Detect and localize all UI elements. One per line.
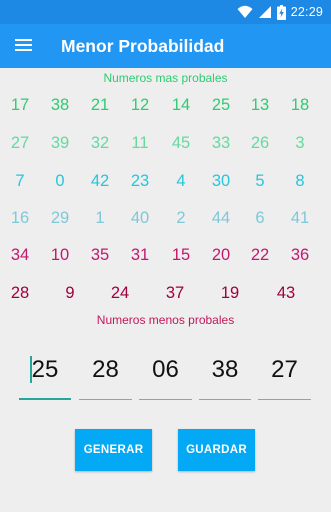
least-probable-label: Numeros menos probales xyxy=(96,313,235,327)
probable-number: 18 xyxy=(290,96,310,114)
number-row: 28 9 24 37 19 43 xyxy=(0,284,331,308)
probable-number: 36 xyxy=(290,246,310,264)
probable-number: 26 xyxy=(250,134,270,152)
number-row: 17 38 21 12 14 25 13 18 xyxy=(0,96,331,120)
number-row: 7 0 42 23 4 30 5 8 xyxy=(0,172,331,196)
probable-number: 16 xyxy=(10,209,30,227)
status-bar: 22:29 xyxy=(0,0,331,24)
probable-number: 38 xyxy=(50,96,70,114)
probable-number: 31 xyxy=(130,246,150,264)
probable-number: 24 xyxy=(110,284,130,302)
number-field-value: 27 xyxy=(271,356,298,383)
probable-number: 40 xyxy=(130,209,150,227)
battery-charging-icon xyxy=(276,4,286,20)
probable-number: 5 xyxy=(255,172,265,190)
number-row: 16 29 1 40 2 44 6 41 xyxy=(0,209,331,233)
probable-number: 19 xyxy=(220,284,240,302)
probable-number: 0 xyxy=(55,172,65,190)
status-icons: 22:29 xyxy=(237,3,323,21)
field-underline xyxy=(199,399,251,400)
probable-number: 13 xyxy=(250,96,270,114)
page-title: Menor Probabilidad xyxy=(61,36,225,56)
field-underline xyxy=(139,399,192,400)
number-field-value: 25 xyxy=(31,356,59,383)
number-field-5[interactable]: 27 xyxy=(258,352,311,400)
probable-number: 27 xyxy=(10,134,30,152)
probable-number: 44 xyxy=(211,209,231,227)
number-field-value: 06 xyxy=(152,356,179,383)
probable-number: 15 xyxy=(171,246,191,264)
number-field-3[interactable]: 06 xyxy=(139,352,192,400)
probable-number: 29 xyxy=(50,209,70,227)
probable-number: 7 xyxy=(15,172,25,190)
number-row: 27 39 32 11 45 33 26 3 xyxy=(0,134,331,158)
number-row: 34 10 35 31 15 20 22 36 xyxy=(0,246,331,270)
generate-button[interactable]: GENERAR xyxy=(75,429,152,471)
probable-number: 25 xyxy=(211,96,231,114)
probable-number: 37 xyxy=(165,284,185,302)
wifi-icon xyxy=(237,5,253,18)
field-underline xyxy=(19,398,71,400)
menu-icon[interactable] xyxy=(8,30,38,60)
probable-number: 21 xyxy=(90,96,110,114)
number-field-1[interactable]: 25 xyxy=(19,352,71,400)
probable-number: 41 xyxy=(290,209,310,227)
number-field-value: 28 xyxy=(92,356,119,383)
number-field-4[interactable]: 38 xyxy=(199,352,251,400)
probable-number: 6 xyxy=(255,209,265,227)
probable-number: 22 xyxy=(250,246,270,264)
probable-number: 30 xyxy=(211,172,231,190)
probable-number: 35 xyxy=(90,246,110,264)
probable-number: 3 xyxy=(295,134,305,152)
signal-icon xyxy=(258,6,271,18)
probable-number: 42 xyxy=(90,172,110,190)
save-button[interactable]: GUARDAR xyxy=(178,429,255,471)
probable-number: 8 xyxy=(295,172,305,190)
number-field-2[interactable]: 28 xyxy=(79,352,132,400)
number-field-value: 38 xyxy=(211,356,239,383)
most-probable-label: Numeros mas probales xyxy=(103,71,228,85)
probable-number: 2 xyxy=(176,209,186,227)
app-bar: Menor Probabilidad xyxy=(0,24,331,68)
probable-number: 39 xyxy=(50,134,70,152)
probable-number: 9 xyxy=(65,284,75,302)
probable-number: 17 xyxy=(10,96,30,114)
probable-number: 28 xyxy=(10,284,30,302)
field-underline xyxy=(79,399,132,400)
probable-number: 20 xyxy=(211,246,231,264)
probable-number: 10 xyxy=(50,246,70,264)
probable-number: 14 xyxy=(171,96,191,114)
probable-number: 33 xyxy=(211,134,231,152)
probable-number: 4 xyxy=(176,172,186,190)
field-underline xyxy=(258,399,311,400)
probable-number: 1 xyxy=(95,209,105,227)
probable-number: 23 xyxy=(130,172,150,190)
probable-number: 45 xyxy=(171,134,191,152)
probable-number: 43 xyxy=(276,284,296,302)
probable-number: 34 xyxy=(10,246,30,264)
probable-number: 12 xyxy=(130,96,150,114)
status-time: 22:29 xyxy=(290,5,323,19)
probable-number: 32 xyxy=(90,134,110,152)
probable-number: 11 xyxy=(131,134,149,152)
